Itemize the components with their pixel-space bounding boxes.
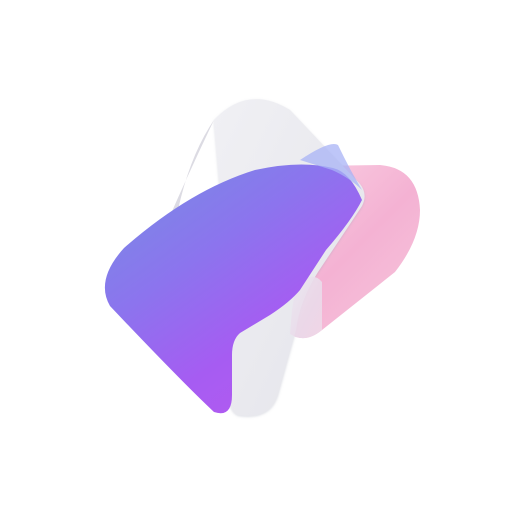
app-icon-canvas	[0, 0, 512, 512]
app-logo-icon	[104, 99, 420, 416]
